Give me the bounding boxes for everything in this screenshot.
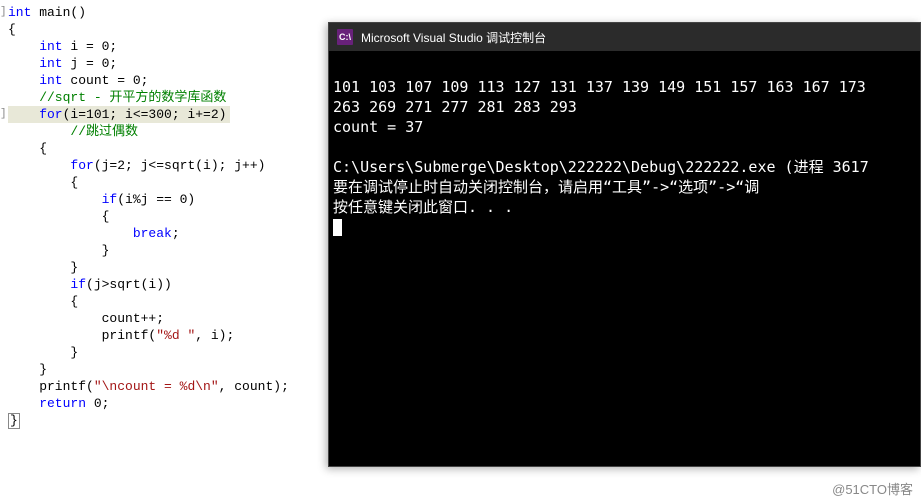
keyword-return: return	[8, 396, 86, 411]
keyword-if: if	[8, 277, 86, 292]
watermark-text: @51CTO博客	[832, 479, 913, 498]
console-title: Microsoft Visual Studio 调试控制台	[361, 29, 546, 46]
decl-count: count = 0;	[63, 73, 149, 88]
brace-close: }	[8, 344, 340, 361]
vs-icon: C:\	[337, 29, 353, 45]
console-titlebar[interactable]: C:\ Microsoft Visual Studio 调试控制台	[329, 23, 920, 51]
keyword-int: int	[8, 39, 63, 54]
brace-close: }	[8, 259, 340, 276]
brace-open: {	[8, 208, 340, 225]
fn-main: main()	[31, 5, 86, 20]
return-val: 0;	[86, 396, 109, 411]
keyword-if: if	[8, 192, 117, 207]
if-sqrt: (j>sqrt(i))	[86, 277, 172, 292]
debug-console-window[interactable]: C:\ Microsoft Visual Studio 调试控制台 101 10…	[328, 22, 921, 467]
output-press-key: 按任意键关闭此窗口. . .	[333, 198, 513, 216]
semicolon: ;	[172, 226, 180, 241]
for-outer: (i=101; i<=300; i+=2)	[63, 107, 227, 122]
comment-skip-even: //跳过偶数	[8, 123, 340, 140]
printf-args: , i);	[195, 328, 234, 343]
keyword-break: break	[8, 226, 172, 241]
string-literal: "%d "	[156, 328, 195, 343]
if-mod: (i%j == 0)	[117, 192, 195, 207]
printf-args: , count);	[219, 379, 289, 394]
keyword-int: int	[8, 73, 63, 88]
brace-close: }	[8, 361, 340, 378]
keyword-int: int	[8, 5, 31, 20]
output-primes-2: 263 269 271 277 281 283 293	[333, 98, 577, 116]
decl-i: i = 0;	[63, 39, 118, 54]
decl-j: j = 0;	[63, 56, 118, 71]
output-hint: 要在调试停止时自动关闭控制台，请启用“工具”->“选项”->“调	[333, 178, 759, 196]
output-count: count = 37	[333, 118, 423, 136]
output-exe-path: C:\Users\Submerge\Desktop\222222\Debug\2…	[333, 158, 869, 176]
brace-open: {	[8, 174, 340, 191]
printf-call: printf(	[8, 379, 94, 394]
cursor-icon	[333, 219, 342, 236]
keyword-int: int	[8, 56, 63, 71]
brace-close: }	[8, 242, 340, 259]
brace-close-highlighted: }	[8, 413, 20, 429]
output-primes-1: 101 103 107 109 113 127 131 137 139 149 …	[333, 78, 866, 96]
comment-sqrt: //sqrt - 开平方的数学库函数	[8, 89, 340, 106]
brace-open: {	[8, 140, 340, 157]
brace-open: {	[8, 21, 340, 38]
string-literal: "\ncount = %d\n"	[94, 379, 219, 394]
keyword-for: for	[8, 107, 63, 122]
printf-call: printf(	[8, 328, 156, 343]
for-inner: (j=2; j<=sqrt(i); j++)	[94, 158, 266, 173]
brace-open: {	[8, 293, 340, 310]
stmt-count-inc: count++;	[8, 310, 340, 327]
code-editor[interactable]: ]int main() { int i = 0; int j = 0; int …	[0, 0, 340, 504]
console-output: 101 103 107 109 113 127 131 137 139 149 …	[329, 51, 920, 243]
keyword-for: for	[8, 158, 94, 173]
